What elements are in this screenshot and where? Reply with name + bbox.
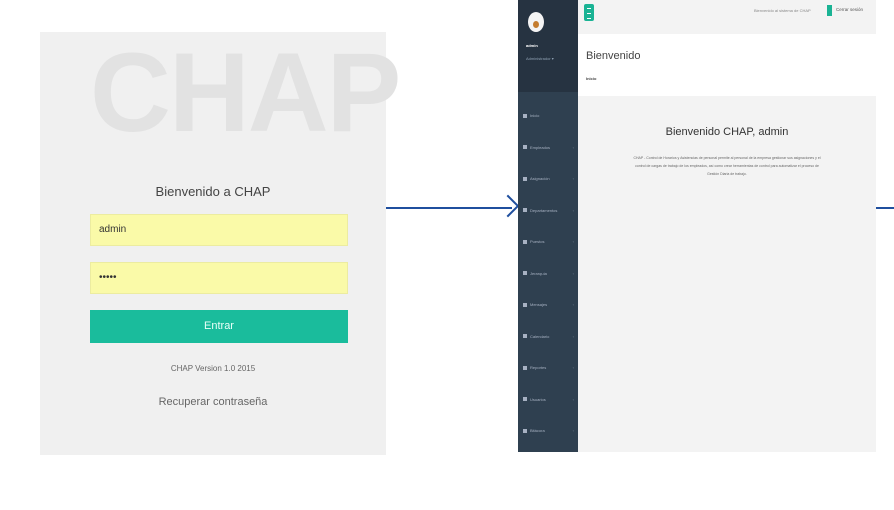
chevron-left-icon: ‹ xyxy=(572,270,574,276)
sidebar-item-label: Inicio xyxy=(530,113,540,119)
menu-bar xyxy=(587,18,591,19)
avatar[interactable] xyxy=(528,12,544,32)
flow-arrow-out-line xyxy=(876,207,894,209)
sidebar-item-bitacora[interactable]: Bitácora ‹ xyxy=(518,415,578,447)
chevron-left-icon: ‹ xyxy=(572,302,574,308)
top-navbar: Bienvenido al sistema de CHAP Cerrar ses… xyxy=(578,0,876,35)
task-icon xyxy=(523,176,527,181)
sidebar-item-label: Departamentos xyxy=(530,207,558,213)
chevron-left-icon: ‹ xyxy=(572,144,574,150)
sidebar-item-label: Usuarios xyxy=(530,396,546,402)
sidebar-item-mensajes[interactable]: Mensajes ‹ xyxy=(518,289,578,321)
sidebar-item-label: Asignación xyxy=(530,176,550,182)
login-watermark: CHAP xyxy=(90,30,401,155)
sidebar-nav: Inicio Empleados ‹ Asignación ‹ Departam… xyxy=(518,100,578,447)
user-icon xyxy=(523,145,527,150)
menu-toggle-button[interactable] xyxy=(584,4,594,21)
welcome-heading: Bienvenido CHAP, admin xyxy=(665,126,789,138)
sidebar-item-label: Puestos xyxy=(530,239,545,245)
sidebar-item-label: Mensajes xyxy=(530,302,548,308)
sidebar-item-empleados[interactable]: Empleados ‹ xyxy=(518,132,578,164)
sidebar-item-label: Bitácora xyxy=(530,428,545,434)
sidebar-item-label: Jerarquía xyxy=(530,270,547,276)
sidebar-item-departamentos[interactable]: Departamentos ‹ xyxy=(518,195,578,227)
profile-role-dropdown[interactable]: Administrador ▾ xyxy=(526,56,554,61)
logo-icon xyxy=(827,5,832,16)
breadcrumb[interactable]: Inicio xyxy=(586,76,596,81)
chevron-left-icon: ‹ xyxy=(572,428,574,434)
chevron-left-icon: ‹ xyxy=(572,239,574,245)
sidebar-item-reportes[interactable]: Reportes ‹ xyxy=(518,352,578,384)
sidebar-item-asignacion[interactable]: Asignación ‹ xyxy=(518,163,578,195)
sitemap-icon xyxy=(523,271,527,276)
sidebar-item-label: Calendario xyxy=(530,333,550,339)
chevron-left-icon: ‹ xyxy=(572,207,574,213)
menu-bar xyxy=(587,8,591,9)
chart-icon xyxy=(523,365,527,370)
flow-arrow-head-icon xyxy=(496,194,520,218)
sidebar-item-calendario[interactable]: Calendario ‹ xyxy=(518,321,578,353)
users-icon xyxy=(523,397,527,402)
sidebar-item-usuarios[interactable]: Usuarios ‹ xyxy=(518,384,578,416)
main-content: Bienvenido CHAP, admin CHAP - Control de… xyxy=(578,96,876,452)
chevron-left-icon: ‹ xyxy=(572,365,574,371)
sidebar-profile: admin Administrador ▾ xyxy=(518,0,578,92)
login-panel: CHAP Bienvenido a CHAP admin ••••• Entra… xyxy=(40,30,401,455)
page-title: Bienvenido xyxy=(586,50,641,62)
building-icon xyxy=(523,208,527,213)
home-icon xyxy=(523,113,527,118)
flow-arrow-line xyxy=(386,207,512,209)
sidebar: admin Administrador ▾ Inicio Empleados ‹… xyxy=(518,0,578,452)
mail-icon xyxy=(523,302,527,307)
login-welcome-title: Bienvenido a CHAP xyxy=(155,184,271,199)
welcome-description: CHAP - Control de Horarios y Asistencias… xyxy=(633,156,821,176)
logout-link[interactable]: Cerrar sesión xyxy=(836,7,863,12)
username-input[interactable]: admin xyxy=(90,214,348,246)
dashboard-window: admin Administrador ▾ Inicio Empleados ‹… xyxy=(518,0,876,452)
topbar-welcome-text: Bienvenido al sistema de CHAP xyxy=(754,8,811,13)
book-icon xyxy=(523,428,527,433)
profile-name: admin xyxy=(526,43,538,48)
sidebar-item-inicio[interactable]: Inicio xyxy=(518,100,578,132)
chevron-left-icon: ‹ xyxy=(572,333,574,339)
chevron-left-icon: ‹ xyxy=(572,396,574,402)
briefcase-icon xyxy=(523,239,527,244)
page-heading: Bienvenido Inicio xyxy=(578,34,876,96)
version-text: CHAP Version 1.0 2015 xyxy=(170,364,256,373)
menu-bar xyxy=(587,13,591,14)
recover-password-link[interactable]: Recuperar contraseña xyxy=(40,396,386,408)
sidebar-item-label: Empleados xyxy=(530,144,551,150)
sidebar-item-puestos[interactable]: Puestos ‹ xyxy=(518,226,578,258)
calendar-icon xyxy=(523,334,527,339)
sidebar-item-label: Reportes xyxy=(530,365,547,371)
login-button[interactable]: Entrar xyxy=(90,310,348,343)
password-input[interactable]: ••••• xyxy=(90,262,348,294)
sidebar-item-jerarquia[interactable]: Jerarquía ‹ xyxy=(518,258,578,290)
chevron-left-icon: ‹ xyxy=(572,176,574,182)
